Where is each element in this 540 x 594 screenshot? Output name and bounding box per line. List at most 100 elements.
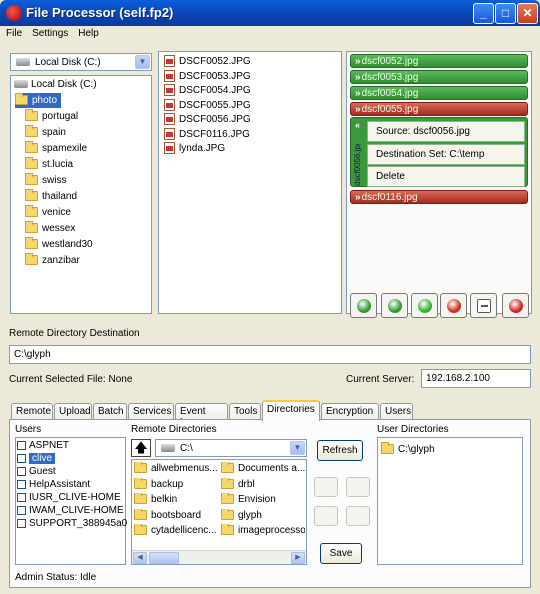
stop-circle-button[interactable]	[502, 293, 529, 318]
tree-item[interactable]: wessex	[25, 221, 75, 236]
queue-item[interactable]: »dscf0053.jpg	[350, 70, 528, 84]
queue-option-source[interactable]: Source: dscf0056.jpg	[367, 121, 525, 142]
tree-item[interactable]: westland30	[25, 237, 93, 252]
tab-batch[interactable]: Batch	[93, 403, 127, 420]
tree-item-selected[interactable]: photo	[15, 93, 62, 108]
chevron-down-icon[interactable]: ▼	[135, 55, 150, 69]
file-item[interactable]: DSCF0053.JPG	[164, 69, 251, 84]
remote-dir-label: drbl	[238, 478, 255, 490]
user-item[interactable]: ASPNET	[17, 440, 69, 452]
user-checkbox[interactable]	[17, 518, 26, 528]
tab-directories[interactable]: Directories	[262, 400, 320, 421]
user-name: ASPNET	[29, 440, 70, 451]
save-button[interactable]: Save	[320, 543, 362, 564]
go-circle-button[interactable]	[411, 293, 438, 318]
menu-help[interactable]: Help	[72, 26, 103, 39]
chevron-down-icon[interactable]: ▼	[290, 441, 305, 455]
tree-item[interactable]: venice	[25, 205, 71, 220]
queue-item[interactable]: »dscf0116.jpg	[350, 190, 528, 204]
tree-item[interactable]: swiss	[25, 173, 66, 188]
collapse-chevron-icon[interactable]: «	[355, 120, 360, 130]
tab-upload[interactable]: Upload	[54, 403, 92, 420]
tab-users[interactable]: Users	[380, 403, 413, 420]
remote-dir-item[interactable]: bootsboard	[134, 508, 218, 523]
menu-settings[interactable]: Settings	[26, 26, 72, 39]
folder-icon	[25, 125, 38, 138]
user-item[interactable]: IUSR_CLIVE-HOME	[17, 492, 121, 504]
queue-expanded-item[interactable]: « dscf0056.jpg Source: dscf0056.jpg Dest…	[350, 117, 528, 187]
user-item[interactable]: clive	[17, 453, 56, 465]
user-checkbox[interactable]	[17, 466, 26, 476]
up-folder-icon[interactable]: 🡅	[131, 439, 151, 457]
record-circle-button[interactable]	[440, 293, 467, 318]
remote-drive-select[interactable]: C:\ ▼	[155, 439, 307, 457]
move-button-2[interactable]	[346, 477, 370, 497]
move-button-4[interactable]	[346, 506, 370, 526]
tree-item[interactable]: portugal	[25, 109, 78, 124]
remove-button[interactable]	[470, 293, 497, 318]
menu-file[interactable]: File	[0, 26, 26, 39]
file-item[interactable]: DSCF0055.JPG	[164, 98, 251, 113]
file-item[interactable]: DSCF0052.JPG	[164, 54, 251, 69]
remote-dir-item[interactable]: backup	[134, 477, 218, 492]
tab-remote[interactable]: Remote	[11, 403, 53, 420]
file-item[interactable]: DSCF0056.JPG	[164, 112, 251, 127]
up-circle-button[interactable]	[381, 293, 408, 318]
scroll-thumb[interactable]	[149, 552, 179, 564]
tree-item[interactable]: thailand	[25, 189, 77, 204]
user-name: HelpAssistant	[29, 479, 91, 490]
user-item[interactable]: HelpAssistant	[17, 479, 90, 491]
arrow-icon: »	[355, 88, 361, 99]
remote-dir-item[interactable]: imageprocessor	[221, 524, 305, 538]
queue-item[interactable]: »dscf0054.jpg	[350, 86, 528, 100]
jpg-file-icon	[164, 142, 175, 155]
queue-option-delete[interactable]: Delete	[367, 166, 525, 187]
user-item[interactable]: IWAM_CLIVE-HOME	[17, 505, 124, 517]
user-checkbox[interactable]	[17, 492, 26, 502]
tree-item[interactable]: st.lucia	[25, 157, 73, 172]
user-dir-item[interactable]: C:\glyph	[381, 442, 435, 457]
refresh-button[interactable]: Refresh	[317, 440, 363, 461]
file-item[interactable]: DSCF0054.JPG	[164, 83, 251, 98]
tab-event-log[interactable]: Event Log	[175, 403, 228, 428]
close-button[interactable]: ✕	[517, 3, 538, 24]
file-item[interactable]: lynda.JPG	[164, 141, 225, 156]
remote-drive-value: C:\	[180, 443, 193, 454]
arrow-icon: »	[355, 192, 361, 203]
move-button-1[interactable]	[314, 477, 338, 497]
remote-dir-item[interactable]: Envision	[221, 493, 305, 507]
user-checkbox[interactable]	[17, 440, 26, 450]
remote-dir-item[interactable]: cytadellicenc...	[134, 524, 218, 538]
user-checkbox[interactable]	[17, 453, 26, 463]
user-checkbox[interactable]	[17, 479, 26, 489]
user-item[interactable]: Guest	[17, 466, 56, 478]
remote-dest-input[interactable]: C:\glyph	[9, 345, 531, 364]
file-item[interactable]: DSCF0116.JPG	[164, 127, 250, 142]
queue-item[interactable]: »dscf0055.jpg	[350, 102, 528, 116]
minimize-button[interactable]: _	[473, 3, 494, 24]
tab-encryption[interactable]: Encryption	[321, 403, 379, 420]
queue-item[interactable]: »dscf0052.jpg	[350, 54, 528, 68]
tab-services[interactable]: Services	[128, 403, 174, 420]
queue-option-destination[interactable]: Destination Set: C:\temp	[367, 144, 525, 165]
maximize-button[interactable]: □	[495, 3, 516, 24]
remote-dir-item[interactable]: allwebmenus...	[134, 462, 218, 476]
server-input[interactable]: 192.168.2.100	[421, 369, 531, 388]
scroll-right-icon[interactable]: ▶	[291, 552, 305, 564]
user-checkbox[interactable]	[17, 505, 26, 515]
tree-item[interactable]: spain	[25, 125, 66, 140]
tree-root[interactable]: Local Disk (C:)	[14, 77, 97, 92]
remote-dir-item[interactable]: Documents a...	[221, 462, 305, 476]
scroll-left-icon[interactable]: ◀	[133, 552, 147, 564]
remote-dir-item[interactable]: glyph	[221, 508, 305, 523]
remote-dir-item[interactable]: belkin	[134, 493, 218, 507]
remote-dir-item[interactable]: drbl	[221, 477, 305, 492]
remote-dirs-scrollbar[interactable]: ◀ ▶	[132, 550, 306, 564]
tree-item[interactable]: zanzibar	[25, 253, 80, 268]
user-item[interactable]: SUPPORT_388945a0	[17, 518, 127, 530]
drive-select[interactable]: Local Disk (C:) ▼	[10, 53, 152, 71]
add-circle-button[interactable]	[350, 293, 377, 318]
move-button-3[interactable]	[314, 506, 338, 526]
tab-tools[interactable]: Tools	[229, 403, 261, 420]
tree-item[interactable]: spamexile	[25, 141, 87, 156]
